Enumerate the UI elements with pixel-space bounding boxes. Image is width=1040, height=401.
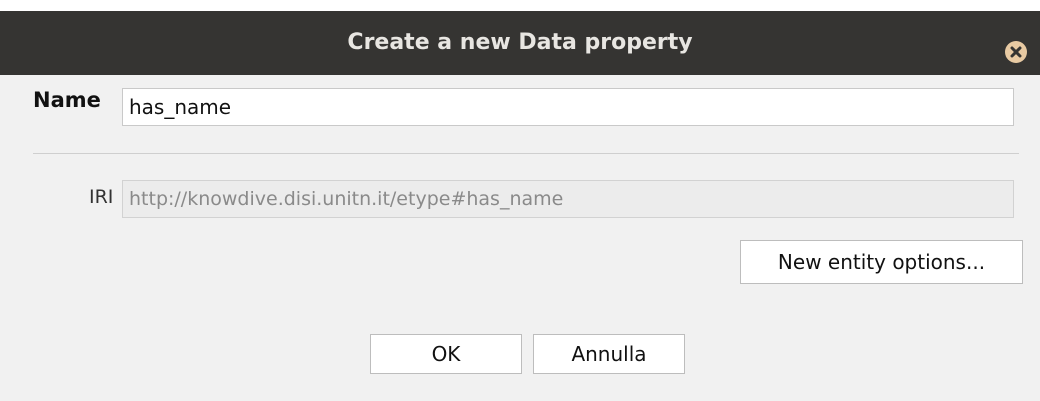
name-label: Name [33, 88, 101, 112]
dialog-title: Create a new Data property [347, 30, 693, 55]
dialog-titlebar: Create a new Data property [0, 11, 1040, 75]
window-top-strip [0, 0, 1040, 11]
new-entity-options-button[interactable]: New entity options... [740, 240, 1023, 284]
cancel-button[interactable]: Annulla [533, 334, 685, 374]
iri-field [122, 180, 1014, 218]
ok-button[interactable]: OK [370, 334, 522, 374]
close-x-glyph [1010, 46, 1022, 58]
section-divider [33, 153, 1019, 154]
close-icon[interactable] [1005, 41, 1027, 63]
iri-label: IRI [89, 186, 114, 208]
name-input[interactable] [122, 88, 1014, 126]
